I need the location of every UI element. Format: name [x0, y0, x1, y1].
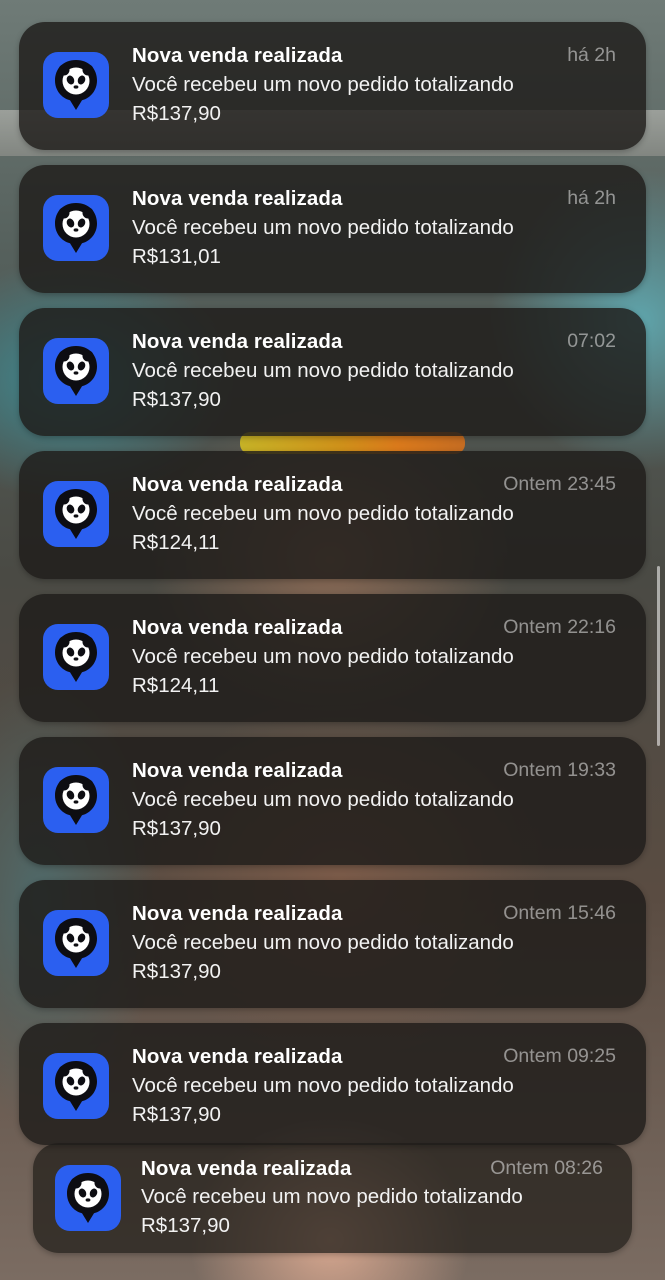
notification-title: Nova venda realizada	[141, 1157, 352, 1180]
scrollbar-thumb[interactable]	[657, 566, 660, 746]
notification-amount: R$137,90	[132, 1102, 221, 1126]
notification-message: Você recebeu um novo pedido totalizando	[132, 216, 514, 239]
notification-time: há 2h	[567, 187, 616, 209]
notification-time: Ontem 19:33	[503, 759, 616, 781]
panda-app-icon	[43, 195, 109, 261]
notification-body: Você recebeu um novo pedido totalizando …	[132, 1072, 612, 1129]
notification-amount: R$131,01	[132, 244, 221, 268]
panda-app-icon	[43, 338, 109, 404]
notification-card[interactable]: Nova venda realizada 07:02 Você recebeu …	[19, 308, 646, 436]
notification-amount: R$124,11	[132, 673, 220, 697]
panda-app-icon	[43, 1053, 109, 1119]
notification-time: há 2h	[567, 44, 616, 66]
notification-message: Você recebeu um novo pedido totalizando	[132, 502, 514, 525]
notification-message: Você recebeu um novo pedido totalizando	[132, 359, 514, 382]
notification-body: Você recebeu um novo pedido totalizando …	[132, 643, 612, 700]
notification-message: Você recebeu um novo pedido totalizando	[132, 931, 514, 954]
notification-body: Você recebeu um novo pedido totalizando …	[132, 500, 612, 557]
panda-app-icon	[55, 1165, 121, 1231]
notification-card[interactable]: Nova venda realizada Ontem 19:33 Você re…	[19, 737, 646, 865]
notification-card-stacked[interactable]: Nova venda realizada Ontem 08:26 Você re…	[33, 1143, 632, 1253]
notification-title: Nova venda realizada	[132, 1045, 343, 1068]
notification-amount: R$137,90	[132, 816, 221, 840]
notification-body: Você recebeu um novo pedido totalizando …	[132, 929, 612, 986]
notification-time: Ontem 09:25	[503, 1045, 616, 1067]
notification-body: Você recebeu um novo pedido totalizando …	[141, 1183, 621, 1240]
notification-body: Você recebeu um novo pedido totalizando …	[132, 786, 612, 843]
notification-title: Nova venda realizada	[132, 330, 343, 353]
notification-amount: R$137,90	[141, 1213, 230, 1237]
notification-card[interactable]: Nova venda realizada há 2h Você recebeu …	[19, 165, 646, 293]
notification-time: 07:02	[567, 330, 616, 352]
notification-message: Você recebeu um novo pedido totalizando	[132, 788, 514, 811]
notification-card[interactable]: Nova venda realizada Ontem 09:25 Você re…	[19, 1023, 646, 1145]
notification-time: Ontem 22:16	[503, 616, 616, 638]
notification-amount: R$137,90	[132, 101, 221, 125]
notification-card[interactable]: Nova venda realizada Ontem 23:45 Você re…	[19, 451, 646, 579]
notification-title: Nova venda realizada	[132, 187, 343, 210]
notification-message: Você recebeu um novo pedido totalizando	[132, 1074, 514, 1097]
notification-title: Nova venda realizada	[132, 616, 343, 639]
notification-amount: R$137,90	[132, 387, 221, 411]
panda-app-icon	[43, 624, 109, 690]
notification-message: Você recebeu um novo pedido totalizando	[132, 73, 514, 96]
notification-title: Nova venda realizada	[132, 902, 343, 925]
notification-amount: R$124,11	[132, 530, 220, 554]
notification-time: Ontem 15:46	[503, 902, 616, 924]
notification-card[interactable]: Nova venda realizada Ontem 15:46 Você re…	[19, 880, 646, 1008]
panda-app-icon	[43, 52, 109, 118]
notification-body: Você recebeu um novo pedido totalizando …	[132, 71, 612, 128]
notification-list: Nova venda realizada há 2h Você recebeu …	[0, 0, 665, 1280]
notification-message: Você recebeu um novo pedido totalizando	[132, 645, 514, 668]
panda-app-icon	[43, 910, 109, 976]
notification-message: Você recebeu um novo pedido totalizando	[141, 1185, 523, 1208]
notification-time: Ontem 08:26	[490, 1157, 603, 1179]
notification-amount: R$137,90	[132, 959, 221, 983]
notification-card[interactable]: Nova venda realizada há 2h Você recebeu …	[19, 22, 646, 150]
notification-body: Você recebeu um novo pedido totalizando …	[132, 214, 612, 271]
notification-body: Você recebeu um novo pedido totalizando …	[132, 357, 612, 414]
notification-time: Ontem 23:45	[503, 473, 616, 495]
notification-title: Nova venda realizada	[132, 759, 343, 782]
panda-app-icon	[43, 767, 109, 833]
panda-app-icon	[43, 481, 109, 547]
notification-card[interactable]: Nova venda realizada Ontem 22:16 Você re…	[19, 594, 646, 722]
notification-title: Nova venda realizada	[132, 473, 343, 496]
notification-title: Nova venda realizada	[132, 44, 343, 67]
